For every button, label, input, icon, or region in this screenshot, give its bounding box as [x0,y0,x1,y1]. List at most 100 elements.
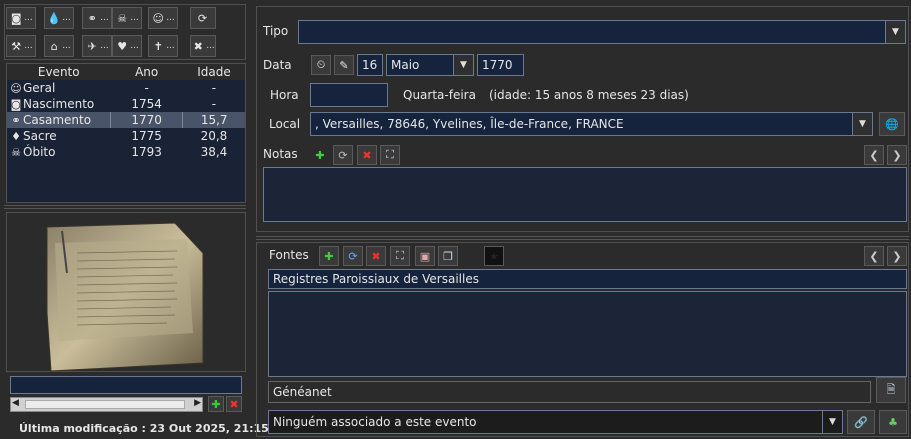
source-copy-icon[interactable]: ❐ [438,246,458,266]
local-select[interactable]: , Versailles, 78646, Yvelines, Île-de-Fr… [310,112,873,136]
hora-label: Hora [270,88,299,102]
add-note-button[interactable]: ✚ [310,145,330,165]
tree-icon[interactable]: ♣ [879,410,907,434]
notes-textarea[interactable] [263,167,907,222]
menu-dots: ... [24,41,33,51]
column-header-idade[interactable]: Idade [183,64,245,80]
next-source-button[interactable]: ❯ [887,246,907,266]
table-row[interactable]: ◙ Nascimento 1754 - [7,96,245,112]
death-icon: ☠ [11,145,21,159]
table-row[interactable]: ☺Geral - - [7,80,245,96]
column-header-evento[interactable]: Evento [7,64,110,80]
portrait-icon: ☺ [152,11,164,25]
menu-dots: ... [100,41,109,51]
source-detail-textarea[interactable] [268,291,907,377]
notas-label: Notas [263,147,298,161]
repository-icon[interactable]: 🗎 [876,377,906,403]
associated-select[interactable]: Ninguém associado a este evento ▼ [268,410,843,434]
event-name-cell: ♦ Sacre [7,128,110,144]
travel-icon: ✈ [87,39,97,53]
previous-note-button[interactable]: ❮ [864,145,884,165]
expand-source-button[interactable]: ⛶ [390,246,410,266]
residence-button[interactable]: ⌂... [44,35,74,57]
data-label: Data [263,58,292,72]
event-name: Geral [23,80,56,95]
source-quality-icon[interactable]: ★ [484,246,504,266]
event-year: - [144,81,149,95]
events-list: Evento Ano Idade ☺Geral - - ◙ Nascimento 1754… [6,63,246,203]
remove-media-button[interactable]: ✖ [226,396,242,412]
month-select[interactable]: Maio ▼ [386,54,474,76]
clock-icon[interactable]: ⏲ [311,55,331,75]
local-label: Local [269,117,301,131]
tipo-select[interactable]: ▼ [298,20,906,44]
refresh-source-button[interactable]: ⟳ [343,246,363,266]
occupation-icon: ⚒ [11,39,22,53]
occupation-button[interactable]: ⚒... [6,35,36,57]
refresh-icon: ⟳ [197,11,208,25]
menu-dots: ... [206,41,215,51]
relationship-button[interactable]: ♥... [112,35,142,57]
death-button[interactable]: ☠... [112,7,142,29]
source-media-icon[interactable]: ▣ [415,246,435,266]
residence-icon: ⌂ [50,39,58,53]
marriage-icon: ⚭ [11,113,21,127]
scroll-left-icon[interactable]: ◀ [12,398,19,408]
add-source-button[interactable]: ✚ [319,246,339,266]
next-note-button[interactable]: ❯ [887,145,907,165]
media-caption-field[interactable] [10,376,242,394]
column-header-ano[interactable]: Ano [110,64,182,80]
add-media-button[interactable]: ✚ [208,396,224,412]
birth-icon: ◙ [10,11,22,25]
delete-source-button[interactable]: ✖ [366,246,386,266]
baptism-button[interactable]: 💧... [44,7,74,29]
menu-dots: ... [100,13,109,23]
media-scrollbar[interactable]: ◀ ▶ [10,397,203,412]
document-image[interactable] [7,213,247,373]
globe-icon[interactable]: 🌐 [879,112,905,136]
right-divider[interactable] [256,236,909,240]
birth-button[interactable]: ◙... [6,7,36,29]
tipo-label: Tipo [263,24,289,38]
previous-source-button[interactable]: ❮ [864,246,884,266]
delete-button[interactable]: ✖... [190,35,216,57]
weekday-text: Quarta-feira [403,88,476,102]
repository-field[interactable]: Généanet [268,381,871,403]
delete-note-button[interactable]: ✖ [357,145,377,165]
delete-icon: ✖ [193,39,203,53]
event-age: 15,7 [182,112,245,128]
event-name: Casamento [23,112,92,127]
event-age: 38,4 [200,145,228,159]
event-year: 1770 [109,112,183,128]
refresh-button[interactable]: ⟳ [190,7,216,29]
marriage-button[interactable]: ⚭... [82,7,112,29]
scroll-right-icon[interactable]: ▶ [194,398,201,408]
table-row[interactable]: ♦ Sacre 1775 20,8 [7,128,245,144]
religion-button[interactable]: ✝... [148,35,178,57]
death-icon: ☠ [117,11,128,25]
refresh-note-button[interactable]: ⟳ [333,145,353,165]
scroll-thumb[interactable] [25,400,185,409]
menu-dots: ... [130,41,139,51]
selected-source-field[interactable]: Registres Paroissiaux de Versailles [268,269,907,289]
chevron-down-icon[interactable]: ▼ [885,21,905,43]
table-row[interactable]: ⚭ Casamento 1770 15,7 [7,112,245,128]
year-field[interactable]: 1770 [477,54,524,76]
link-icon[interactable]: 🔗 [847,410,875,434]
event-name-cell: ⚭ Casamento [7,112,111,128]
menu-dots: ... [166,13,175,23]
portrait-button[interactable]: ☺... [148,7,178,29]
date-modifier-icon[interactable]: ✎ [334,55,354,75]
travel-button[interactable]: ✈... [82,35,112,57]
chevron-down-icon[interactable]: ▼ [852,113,872,135]
chevron-down-icon[interactable]: ▼ [453,55,473,75]
chevron-down-icon[interactable]: ▼ [822,411,842,433]
fontes-label: Fontes [269,248,309,262]
table-row[interactable]: ☠ Óbito 1793 38,4 [7,144,245,160]
person-icon: ☺ [10,81,22,95]
expand-note-button[interactable]: ⛶ [380,145,400,165]
hora-field[interactable] [310,83,388,107]
event-name-cell: ☺Geral [7,80,110,96]
day-field[interactable]: 16 [357,54,383,76]
left-divider[interactable] [4,205,246,209]
